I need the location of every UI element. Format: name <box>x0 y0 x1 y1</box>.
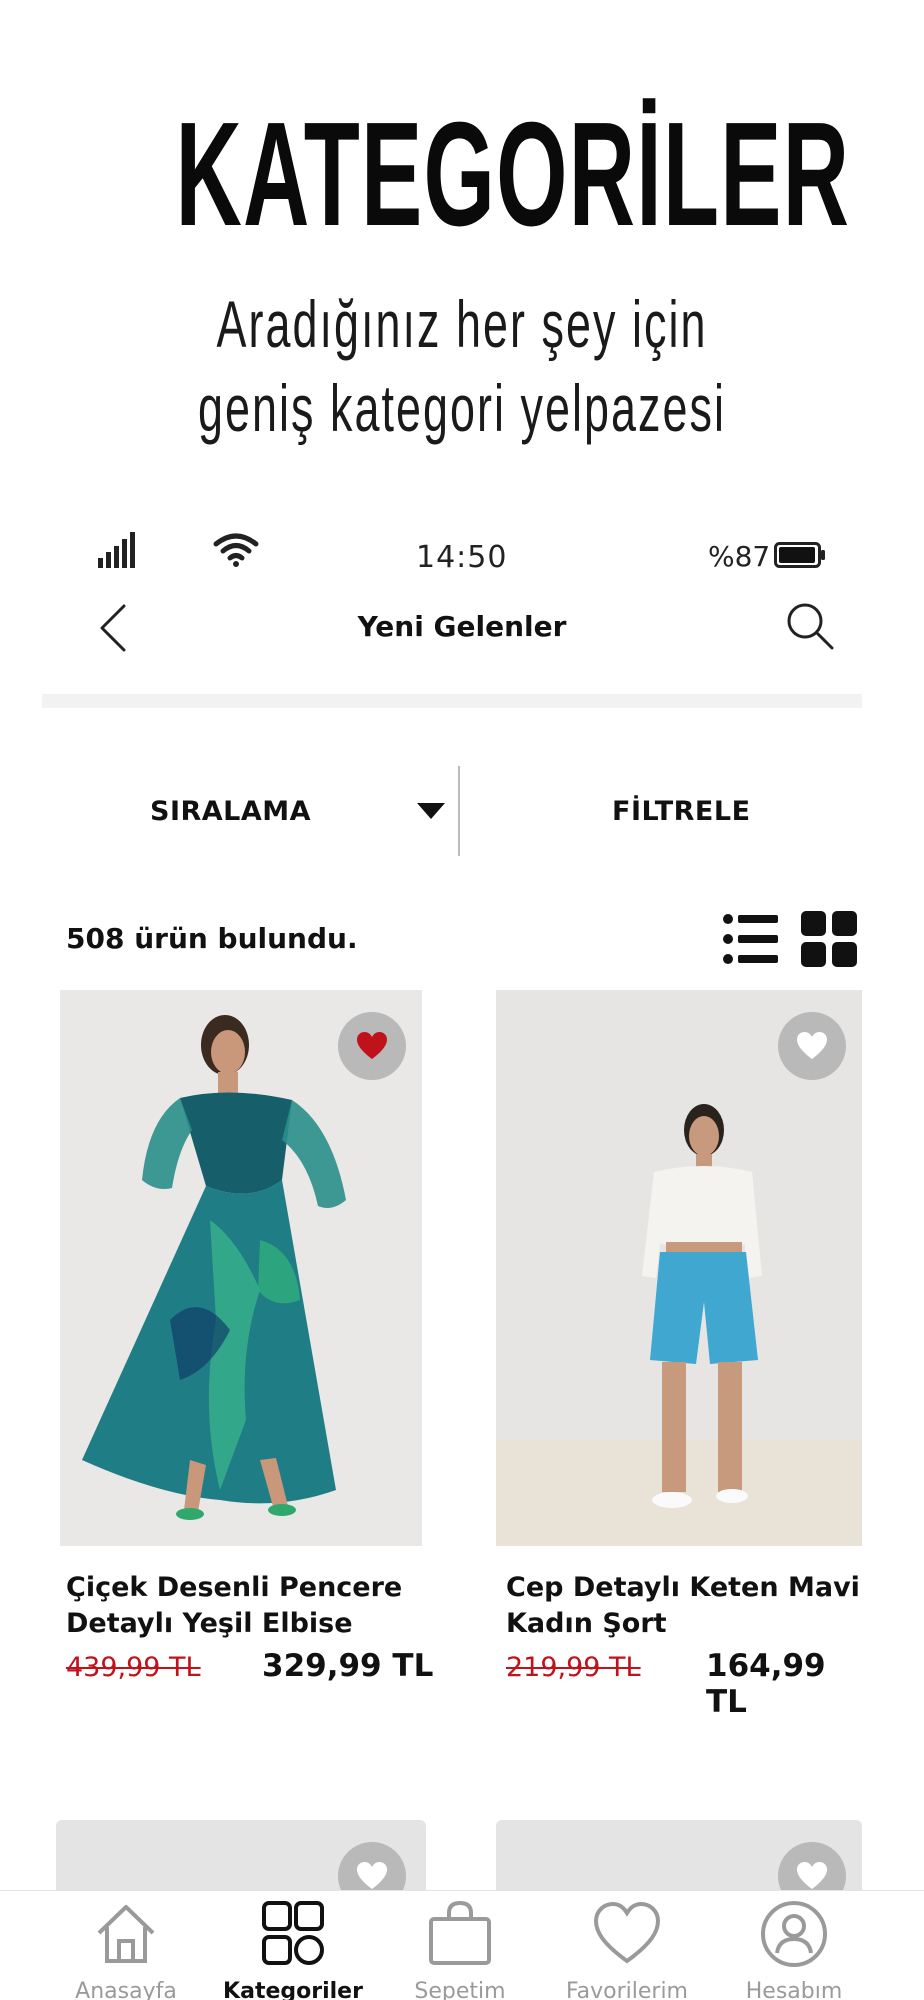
heart-filled-icon <box>357 1032 387 1059</box>
tab-label: Anasayfa <box>75 1979 177 2000</box>
product-card-partial[interactable] <box>56 1820 426 1910</box>
tab-label: Hesabım <box>745 1979 843 2000</box>
product-name-line2[interactable]: Kadın Şort <box>506 1606 667 1642</box>
product-name-line1[interactable]: Çiçek Desenli Pencere <box>66 1570 402 1606</box>
caret-down-icon[interactable] <box>416 802 446 820</box>
grid-view-icon[interactable] <box>800 910 858 968</box>
search-icon[interactable] <box>784 600 836 652</box>
bottom-tab-bar: Anasayfa Kategoriler Sepetim Favorilerim… <box>0 1890 924 2000</box>
status-time: 14:50 <box>416 540 508 575</box>
promo-title: KATEGORİLER <box>175 92 851 257</box>
status-bar: 14:50 %87 <box>0 530 924 580</box>
heart-outline-icon <box>797 1862 827 1889</box>
sort-button[interactable]: SIRALAMA <box>150 796 311 827</box>
account-icon <box>761 1901 827 1967</box>
promo-subtitle-line2: geniş kategori yelpazesi <box>198 371 726 445</box>
battery-percentage: %87 <box>708 540 771 573</box>
tab-label: Kategoriler <box>223 1979 363 2000</box>
tab-label: Favorilerim <box>566 1979 688 2000</box>
sort-filter-bar: SIRALAMA FİLTRELE <box>42 766 862 856</box>
product-card[interactable]: Cep Detaylı Keten Mavi Kadın Şort 219,99… <box>496 990 866 1720</box>
product-name-line1[interactable]: Cep Detaylı Keten Mavi <box>506 1570 860 1606</box>
product-old-price: 439,99 TL <box>66 1652 201 1683</box>
cart-icon <box>429 1900 491 1965</box>
tab-label: Sepetim <box>414 1979 506 2000</box>
heart-icon <box>593 1901 661 1964</box>
header-divider <box>42 694 862 708</box>
product-name-line2[interactable]: Detaylı Yeşil Elbise <box>66 1606 353 1642</box>
promo-subtitle-line1: Aradığınız her şey için <box>216 287 708 361</box>
sort-filter-divider <box>458 766 460 856</box>
heart-outline-icon <box>797 1032 827 1059</box>
filter-button[interactable]: FİLTRELE <box>612 796 751 827</box>
heart-outline-icon <box>357 1862 387 1889</box>
wifi-icon <box>213 533 259 567</box>
battery-icon <box>774 542 825 568</box>
favorite-button[interactable] <box>338 1012 406 1080</box>
product-price: 164,99 TL <box>706 1648 826 1720</box>
favorite-button[interactable] <box>778 1012 846 1080</box>
home-icon <box>97 1905 155 1963</box>
product-price: 329,99 TL <box>262 1648 434 1684</box>
top-navbar: Yeni Gelenler <box>0 596 924 656</box>
product-card[interactable]: Çiçek Desenli Pencere Detaylı Yeşil Elbi… <box>60 990 440 1690</box>
signal-icon <box>98 532 135 568</box>
product-old-price: 219,99 TL <box>506 1652 641 1683</box>
categories-icon <box>262 1901 324 1965</box>
results-count: 508 ürün bulundu. <box>66 922 358 955</box>
list-view-icon[interactable] <box>722 910 780 968</box>
product-card-partial[interactable] <box>496 1820 862 1910</box>
